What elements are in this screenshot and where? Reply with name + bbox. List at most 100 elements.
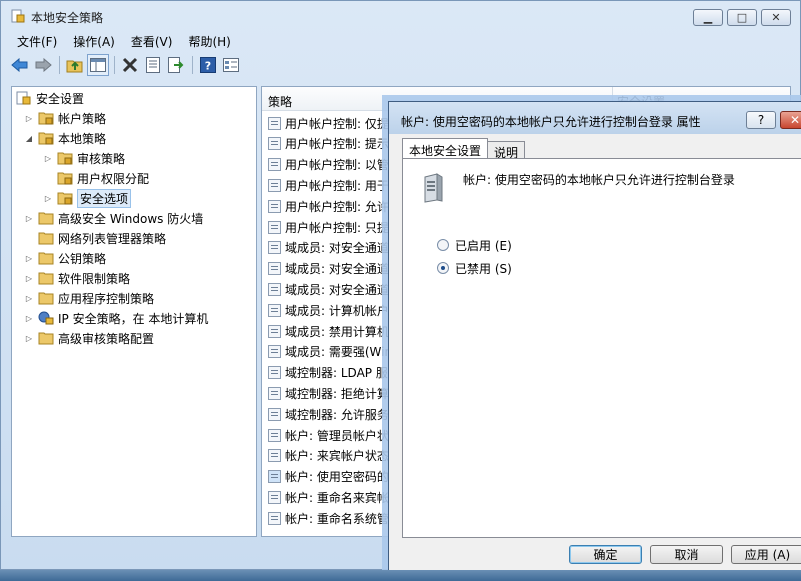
cancel-button[interactable]: 取消 bbox=[650, 545, 723, 564]
policy-name-cell: 帐户: 来宾帐户状态 bbox=[285, 449, 389, 464]
tab-explain[interactable]: 说明 bbox=[487, 141, 526, 160]
radio-disabled[interactable]: 已禁用 (S) bbox=[437, 260, 512, 276]
table-row[interactable]: 帐户: 来宾帐户状态 bbox=[268, 446, 389, 466]
menu-action[interactable]: 操作(A) bbox=[65, 31, 123, 51]
close-button[interactable]: ✕ bbox=[761, 9, 791, 26]
policy-name-cell: 帐户: 重命名来宾帐 bbox=[285, 490, 389, 505]
expand-arrow-icon[interactable]: ▷ bbox=[43, 194, 53, 203]
export-button[interactable] bbox=[165, 54, 187, 76]
table-row[interactable]: 域成员: 对安全通道 bbox=[268, 279, 389, 299]
column-policy[interactable]: 策略 bbox=[268, 93, 292, 110]
radio-button-enabled[interactable] bbox=[437, 239, 449, 251]
apply-button[interactable]: 应用 (A) bbox=[731, 545, 801, 564]
menu-help[interactable]: 帮助(H) bbox=[180, 31, 238, 51]
minimize-button[interactable]: ▁ bbox=[693, 9, 723, 26]
show-tree-button[interactable] bbox=[87, 54, 109, 76]
forward-icon bbox=[35, 58, 52, 72]
radio-enabled[interactable]: 已启用 (E) bbox=[437, 237, 512, 253]
table-row[interactable]: 用户帐户控制: 提示 bbox=[268, 134, 389, 154]
toolbar: ? bbox=[9, 53, 243, 77]
forward-button[interactable] bbox=[32, 54, 54, 76]
table-row[interactable]: 域控制器: 允许服务 bbox=[268, 404, 389, 424]
policy-icon bbox=[268, 366, 281, 380]
table-row[interactable]: 域成员: 对安全通道 bbox=[268, 259, 389, 279]
policy-name-cell: 域控制器: 允许服务 bbox=[285, 407, 389, 422]
policy-icon bbox=[268, 324, 281, 338]
tree-item-security-options[interactable]: ▷ 安全选项 bbox=[43, 188, 132, 208]
table-row[interactable]: 用户帐户控制: 仅提升 bbox=[268, 113, 401, 133]
policy-icon bbox=[268, 116, 281, 130]
tree-item-public-key[interactable]: ▷ 公钥策略 bbox=[24, 249, 106, 267]
tree-item-user-rights[interactable]: 用户权限分配 bbox=[57, 169, 149, 187]
expand-arrow-icon[interactable]: ▷ bbox=[24, 214, 34, 223]
tree-item-advanced-audit[interactable]: ▷ 高级审核策略配置 bbox=[24, 329, 154, 347]
policy-name: 帐户: 使用空密码的本地帐户只允许进行控制台登录 bbox=[463, 173, 735, 187]
dialog-close-button[interactable]: ✕ bbox=[780, 111, 801, 129]
close-icon: ✕ bbox=[789, 113, 801, 127]
security-settings-icon bbox=[16, 91, 31, 105]
menu-file[interactable]: 文件(F) bbox=[9, 31, 65, 51]
tab-local-security-setting[interactable]: 本地安全设置 bbox=[402, 138, 489, 159]
tree-item-security-settings[interactable]: 安全设置 bbox=[16, 89, 84, 107]
radio-button-disabled[interactable] bbox=[437, 262, 449, 274]
maximize-button[interactable]: □ bbox=[727, 9, 757, 26]
policy-name-cell: 用户帐户控制: 以管 bbox=[285, 158, 389, 173]
expand-arrow-icon[interactable]: ▷ bbox=[24, 314, 34, 323]
back-button[interactable] bbox=[9, 54, 31, 76]
table-row[interactable]: 用户帐户控制: 以管 bbox=[268, 155, 389, 175]
collapse-arrow-icon[interactable]: ◢ bbox=[24, 134, 34, 143]
view-button[interactable] bbox=[220, 54, 242, 76]
folder-lock-icon bbox=[38, 112, 54, 125]
delete-button[interactable] bbox=[119, 54, 141, 76]
policy-name-cell: 用户帐户控制: 允许 bbox=[285, 199, 389, 214]
help-button[interactable]: ? bbox=[197, 54, 219, 76]
policy-icon bbox=[268, 511, 281, 525]
table-row[interactable]: 用户帐户控制: 用于 bbox=[268, 175, 389, 195]
table-row[interactable]: 用户帐户控制: 允许 bbox=[268, 196, 389, 216]
expand-arrow-icon[interactable]: ▷ bbox=[24, 274, 34, 283]
expand-arrow-icon[interactable]: ▷ bbox=[24, 254, 34, 263]
toolbar-separator bbox=[114, 56, 115, 74]
folder-lock-icon bbox=[57, 152, 73, 165]
expand-arrow-icon[interactable]: ▷ bbox=[24, 294, 34, 303]
tree-pane: 安全设置 ▷ 帐户策略 ◢ 本地策略 ▷ 审核策略 用户权限分配 ▷ 安全选项 … bbox=[11, 86, 257, 537]
tree-item-label: 帐户策略 bbox=[58, 111, 107, 126]
expand-arrow-icon[interactable]: ▷ bbox=[24, 334, 34, 343]
table-row[interactable]: 帐户: 使用空密码的 bbox=[268, 467, 389, 487]
tree-item-label: IP 安全策略，在 本地计算机 bbox=[58, 311, 209, 326]
policy-name-cell: 帐户: 使用空密码的 bbox=[285, 470, 389, 485]
table-row[interactable]: 域控制器: 拒绝计算 bbox=[268, 383, 389, 403]
table-row[interactable]: 域成员: 计算机帐户 bbox=[268, 300, 389, 320]
menu-view[interactable]: 查看(V) bbox=[123, 31, 181, 51]
table-row[interactable]: 帐户: 重命名来宾帐 bbox=[268, 487, 389, 507]
table-row[interactable]: 域成员: 禁用计算机 bbox=[268, 321, 389, 341]
dialog-help-button[interactable]: ? bbox=[746, 111, 776, 129]
tree-item-audit-policy[interactable]: ▷ 审核策略 bbox=[43, 149, 125, 167]
toolbar-separator bbox=[192, 56, 193, 74]
tree-item-account-policies[interactable]: ▷ 帐户策略 bbox=[24, 109, 106, 127]
tree-item-software-restriction[interactable]: ▷ 软件限制策略 bbox=[24, 269, 130, 287]
table-row[interactable]: 用户帐户控制: 只提 bbox=[268, 217, 389, 237]
tree-item-local-policies[interactable]: ◢ 本地策略 bbox=[24, 129, 106, 147]
expand-arrow-icon[interactable]: ▷ bbox=[24, 114, 34, 123]
ok-button[interactable]: 确定 bbox=[569, 545, 642, 564]
table-row[interactable]: 域成员: 需要强(Win bbox=[268, 342, 392, 362]
tree-item-firewall[interactable]: ▷ 高级安全 Windows 防火墙 bbox=[24, 209, 203, 227]
policy-name-cell: 用户帐户控制: 只提 bbox=[285, 220, 389, 235]
help-icon: ? bbox=[757, 113, 765, 127]
table-row[interactable]: 域控制器: LDAP 服务 bbox=[268, 363, 400, 383]
table-row[interactable]: 帐户: 重命名系统管 bbox=[268, 508, 389, 528]
tree-item-ip-security[interactable]: ▷ IP 安全策略，在 本地计算机 bbox=[24, 309, 208, 327]
table-row[interactable]: 帐户: 管理员帐户状 bbox=[268, 425, 389, 445]
up-folder-button[interactable] bbox=[64, 54, 86, 76]
security-policy-icon bbox=[11, 9, 25, 23]
table-row[interactable]: 域成员: 对安全通道 bbox=[268, 238, 389, 258]
tree-item-app-control[interactable]: ▷ 应用程序控制策略 bbox=[24, 289, 154, 307]
properties-dialog: 帐户: 使用空密码的本地帐户只允许进行控制台登录 属性 ? ✕ 本地安全设置 说… bbox=[388, 101, 801, 578]
properties-button[interactable] bbox=[142, 54, 164, 76]
policy-name-cell: 域成员: 对安全通道 bbox=[285, 262, 389, 277]
expand-arrow-icon[interactable]: ▷ bbox=[43, 154, 53, 163]
tree-item-network-list[interactable]: 网络列表管理器策略 bbox=[38, 229, 166, 247]
policy-icon bbox=[268, 407, 281, 421]
policy-icon bbox=[268, 449, 281, 463]
